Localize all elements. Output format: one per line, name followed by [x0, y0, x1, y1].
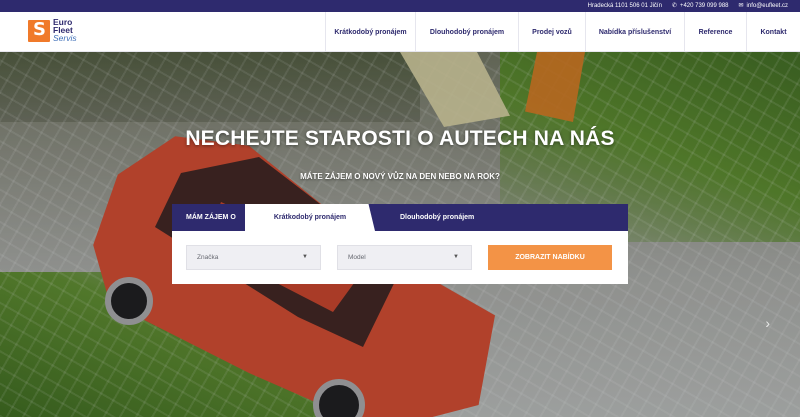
hero-banner: › NECHEJTE STAROSTI O AUTECH NA NÁS MÁTE… [0, 52, 800, 417]
tab-long-term[interactable]: Dlouhodobý pronájem [400, 204, 474, 231]
top-bar: Hradecká 1101 506 01 Jičín ✆ +420 739 09… [0, 0, 800, 12]
nav-item-accessories[interactable]: Nabídka příslušenství [585, 12, 684, 52]
logo-line-3: Servis [53, 33, 77, 43]
phone-link[interactable]: ✆ +420 739 099 988 [672, 3, 729, 9]
slider-next-arrow-icon[interactable]: › [765, 315, 770, 331]
nav-item-long-term[interactable]: Dlouhodobý pronájem [415, 12, 518, 52]
search-tabs: MÁM ZÁJEM O Krátkodobý pronájem Dlouhodo… [172, 204, 628, 231]
hero-subtitle: MÁTE ZÁJEM O NOVÝ VŮZ NA DEN NEBO NA ROK… [300, 172, 500, 181]
brand-select[interactable]: Značka ▼ [186, 245, 321, 270]
nav-item-short-term[interactable]: Krátkodobý pronájem [325, 12, 415, 52]
email-link[interactable]: ✉ info@eufleet.cz [739, 3, 788, 9]
model-select[interactable]: Model ▼ [337, 245, 472, 270]
main-nav: Krátkodobý pronájem Dlouhodobý pronájem … [325, 12, 800, 52]
show-offers-button[interactable]: ZOBRAZIT NABÍDKU [488, 245, 612, 270]
model-select-value: Model [348, 254, 366, 261]
logo-text: Euro Fleet Servis [53, 18, 77, 43]
mail-icon: ✉ [738, 3, 744, 9]
site-header: S Euro Fleet Servis Krátkodobý pronájem … [0, 12, 800, 52]
address-label: Hradecká 1101 506 01 Jičín [587, 3, 662, 9]
phone-icon: ✆ [671, 3, 677, 9]
nav-item-references[interactable]: Reference [684, 12, 746, 52]
nav-item-car-sales[interactable]: Prodej vozů [518, 12, 585, 52]
hero-title: NECHEJTE STAROSTI O AUTECH NA NÁS [185, 127, 615, 150]
chevron-down-icon: ▼ [453, 254, 459, 260]
chevron-down-icon: ▼ [302, 254, 308, 260]
search-form: Značka ▼ Model ▼ ZOBRAZIT NABÍDKU [172, 231, 628, 284]
tab-short-term[interactable]: Krátkodobý pronájem [245, 204, 375, 231]
phone-label: +420 739 099 988 [679, 3, 729, 9]
address-text: Hradecká 1101 506 01 Jičín [588, 3, 662, 9]
email-label: info@eufleet.cz [746, 3, 788, 9]
brand-select-value: Značka [197, 254, 219, 261]
nav-item-contact[interactable]: Kontakt [746, 12, 800, 52]
search-panel: MÁM ZÁJEM O Krátkodobý pronájem Dlouhodo… [172, 204, 628, 284]
logo[interactable]: S Euro Fleet Servis [28, 18, 88, 46]
tab-prefix-label: MÁM ZÁJEM O [186, 214, 236, 221]
logo-mark-icon: S [28, 19, 50, 42]
